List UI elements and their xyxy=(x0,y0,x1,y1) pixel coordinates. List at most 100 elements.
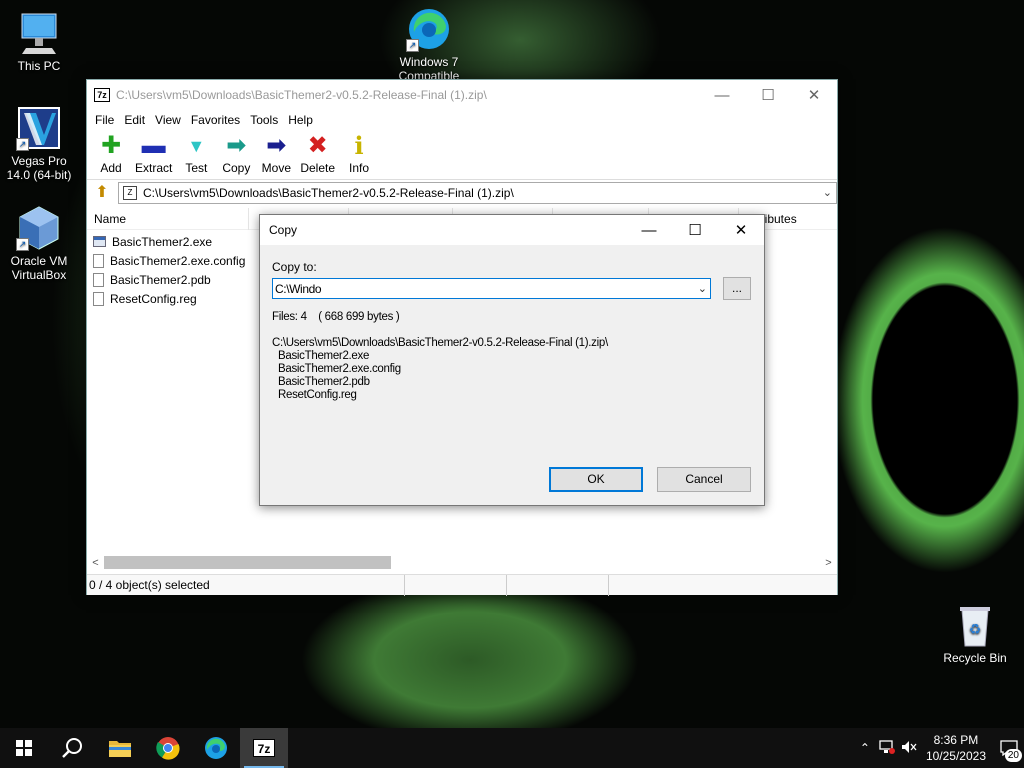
search-icon xyxy=(62,738,82,758)
scroll-left-arrow-icon[interactable]: < xyxy=(87,557,104,569)
desktop-icon-this-pc[interactable]: This PC xyxy=(0,10,78,73)
file-explorer-button[interactable] xyxy=(96,728,144,768)
desktop-icon-label: Windows 7 Compatible xyxy=(398,55,460,82)
test-button[interactable]: ▼ Test xyxy=(176,130,216,175)
test-label: Test xyxy=(185,161,208,175)
column-name[interactable]: Name xyxy=(87,207,249,230)
taskbar: 7z ⌃ 8:36 PM 10/25/2023 20 xyxy=(0,728,1024,768)
scroll-track[interactable] xyxy=(104,555,820,570)
copy-to-combobox[interactable]: ⌄ xyxy=(272,278,711,299)
clock-time: 8:36 PM xyxy=(933,733,979,747)
info-icon: i xyxy=(354,131,364,160)
close-button[interactable]: ✕ xyxy=(791,80,837,110)
menu-help[interactable]: Help xyxy=(283,113,318,127)
address-field[interactable]: Z C:\Users\vm5\Downloads\BasicThemer2-v0… xyxy=(118,182,837,204)
desktop-icon-vegas-pro[interactable]: ↗ Vegas Pro 14.0 (64-bit) xyxy=(0,105,78,182)
move-button[interactable]: ➡ Move xyxy=(256,130,296,176)
copy-to-label: Copy to: xyxy=(272,260,317,274)
file-list: BasicThemer2.exe BasicThemer2.exe.config… xyxy=(93,232,245,308)
start-icon xyxy=(16,740,32,756)
cancel-button[interactable]: Cancel xyxy=(657,467,751,492)
chevron-down-icon[interactable]: ⌄ xyxy=(823,186,832,199)
7zip-app-icon: 7z xyxy=(94,88,110,102)
files-info: Files: 4 ( 668 699 bytes ) xyxy=(272,311,400,323)
address-bar: ⬆ Z C:\Users\vm5\Downloads\BasicThemer2-… xyxy=(87,180,837,206)
minimize-button[interactable]: — xyxy=(699,80,745,110)
status-bar: 0 / 4 object(s) selected xyxy=(87,574,837,596)
menu-tools[interactable]: Tools xyxy=(245,113,283,127)
status-size xyxy=(405,574,507,596)
clock[interactable]: 8:36 PM 10/25/2023 xyxy=(926,732,986,764)
desktop-icon-label: Oracle VM VirtualBox xyxy=(10,254,68,282)
desktop-icon-virtualbox[interactable]: ↗ Oracle VM VirtualBox xyxy=(0,205,78,282)
virtualbox-icon: ↗ xyxy=(16,205,62,251)
copy-icon: ➡ xyxy=(226,132,247,159)
list-item[interactable]: ResetConfig.reg xyxy=(93,289,245,308)
edge-icon xyxy=(205,737,227,759)
chrome-button[interactable] xyxy=(144,728,192,768)
copy-dialog[interactable]: Copy — ☐ ✕ Copy to: ⌄ ... Files: 4 ( 668… xyxy=(259,214,765,506)
vegas-pro-icon: ↗ xyxy=(16,105,62,151)
desktop-icon-label: Recycle Bin xyxy=(943,651,1007,665)
horizontal-scrollbar[interactable]: < > xyxy=(87,554,837,571)
start-button[interactable] xyxy=(0,728,48,768)
folder-up-icon[interactable]: ⬆ xyxy=(91,183,113,203)
menu-favorites[interactable]: Favorites xyxy=(186,113,245,127)
zip-archive-icon: Z xyxy=(123,186,137,200)
menu-edit[interactable]: Edit xyxy=(119,113,150,127)
ok-button[interactable]: OK xyxy=(549,467,643,492)
shortcut-arrow-icon: ↗ xyxy=(16,238,29,251)
volume-muted-icon[interactable] xyxy=(898,740,920,757)
status-selection: 0 / 4 object(s) selected xyxy=(87,574,405,596)
file-icon xyxy=(93,291,104,306)
add-icon: ✚ xyxy=(100,132,122,159)
scroll-thumb[interactable] xyxy=(104,556,391,569)
recycle-bin-icon: ♻ xyxy=(952,602,998,648)
menu-file[interactable]: File xyxy=(90,113,119,127)
browse-button[interactable]: ... xyxy=(723,277,751,300)
edge-icon: ↗ xyxy=(406,6,452,52)
edge-button[interactable] xyxy=(192,728,240,768)
delete-button[interactable]: ✖ Delete xyxy=(296,130,339,176)
7zip-icon: 7z xyxy=(253,739,275,757)
add-label: Add xyxy=(100,161,122,175)
desktop-icon-windows-7[interactable]: ↗ Windows 7 Compatible xyxy=(390,6,468,82)
title-bar[interactable]: 7z C:\Users\vm5\Downloads\BasicThemer2-v… xyxy=(87,80,837,110)
extract-icon: ▬ xyxy=(141,132,166,159)
delete-label: Delete xyxy=(300,161,336,175)
status-date xyxy=(609,575,835,596)
extract-button[interactable]: ▬ Extract xyxy=(131,130,176,176)
dialog-title-bar[interactable]: Copy — ☐ ✕ xyxy=(260,215,764,245)
network-icon[interactable] xyxy=(876,739,898,757)
menu-view[interactable]: View xyxy=(150,113,186,127)
desktop-icon-label: Vegas Pro 14.0 (64-bit) xyxy=(6,154,72,182)
add-button[interactable]: ✚ Add xyxy=(91,130,131,176)
notification-center-button[interactable]: 20 xyxy=(994,728,1024,768)
dialog-maximize-button[interactable]: ☐ xyxy=(672,215,718,245)
desktop-icon-recycle-bin[interactable]: ♻ Recycle Bin xyxy=(936,602,1014,665)
dialog-close-button[interactable]: ✕ xyxy=(718,215,764,245)
maximize-button[interactable]: ☐ xyxy=(745,80,791,110)
this-pc-icon xyxy=(16,10,62,56)
source-path: C:\Users\vm5\Downloads\BasicThemer2-v0.5… xyxy=(272,337,608,349)
list-item: BasicThemer2.pdb xyxy=(278,376,370,388)
list-item[interactable]: BasicThemer2.pdb xyxy=(93,270,245,289)
chevron-down-icon[interactable]: ⌄ xyxy=(698,282,707,295)
file-name: BasicThemer2.pdb xyxy=(110,272,211,287)
list-item[interactable]: BasicThemer2.exe xyxy=(93,232,245,251)
7zip-taskbar-button[interactable]: 7z xyxy=(240,728,288,768)
list-item[interactable]: BasicThemer2.exe.config xyxy=(93,251,245,270)
scroll-right-arrow-icon[interactable]: > xyxy=(820,557,837,569)
chrome-icon xyxy=(156,737,180,760)
info-label: Info xyxy=(349,161,370,175)
info-button[interactable]: i Info xyxy=(339,130,379,176)
svg-text:♻: ♻ xyxy=(969,622,982,638)
search-button[interactable] xyxy=(48,728,96,768)
copy-button[interactable]: ➡ Copy xyxy=(216,130,256,176)
file-name: BasicThemer2.exe xyxy=(112,234,213,249)
show-hidden-icons-chevron-icon[interactable]: ⌃ xyxy=(854,741,876,755)
dialog-minimize-button[interactable]: — xyxy=(626,215,672,245)
notification-count-badge: 20 xyxy=(1004,749,1022,762)
copy-to-input[interactable] xyxy=(275,281,675,296)
window-title: C:\Users\vm5\Downloads\BasicThemer2-v0.5… xyxy=(116,88,487,102)
